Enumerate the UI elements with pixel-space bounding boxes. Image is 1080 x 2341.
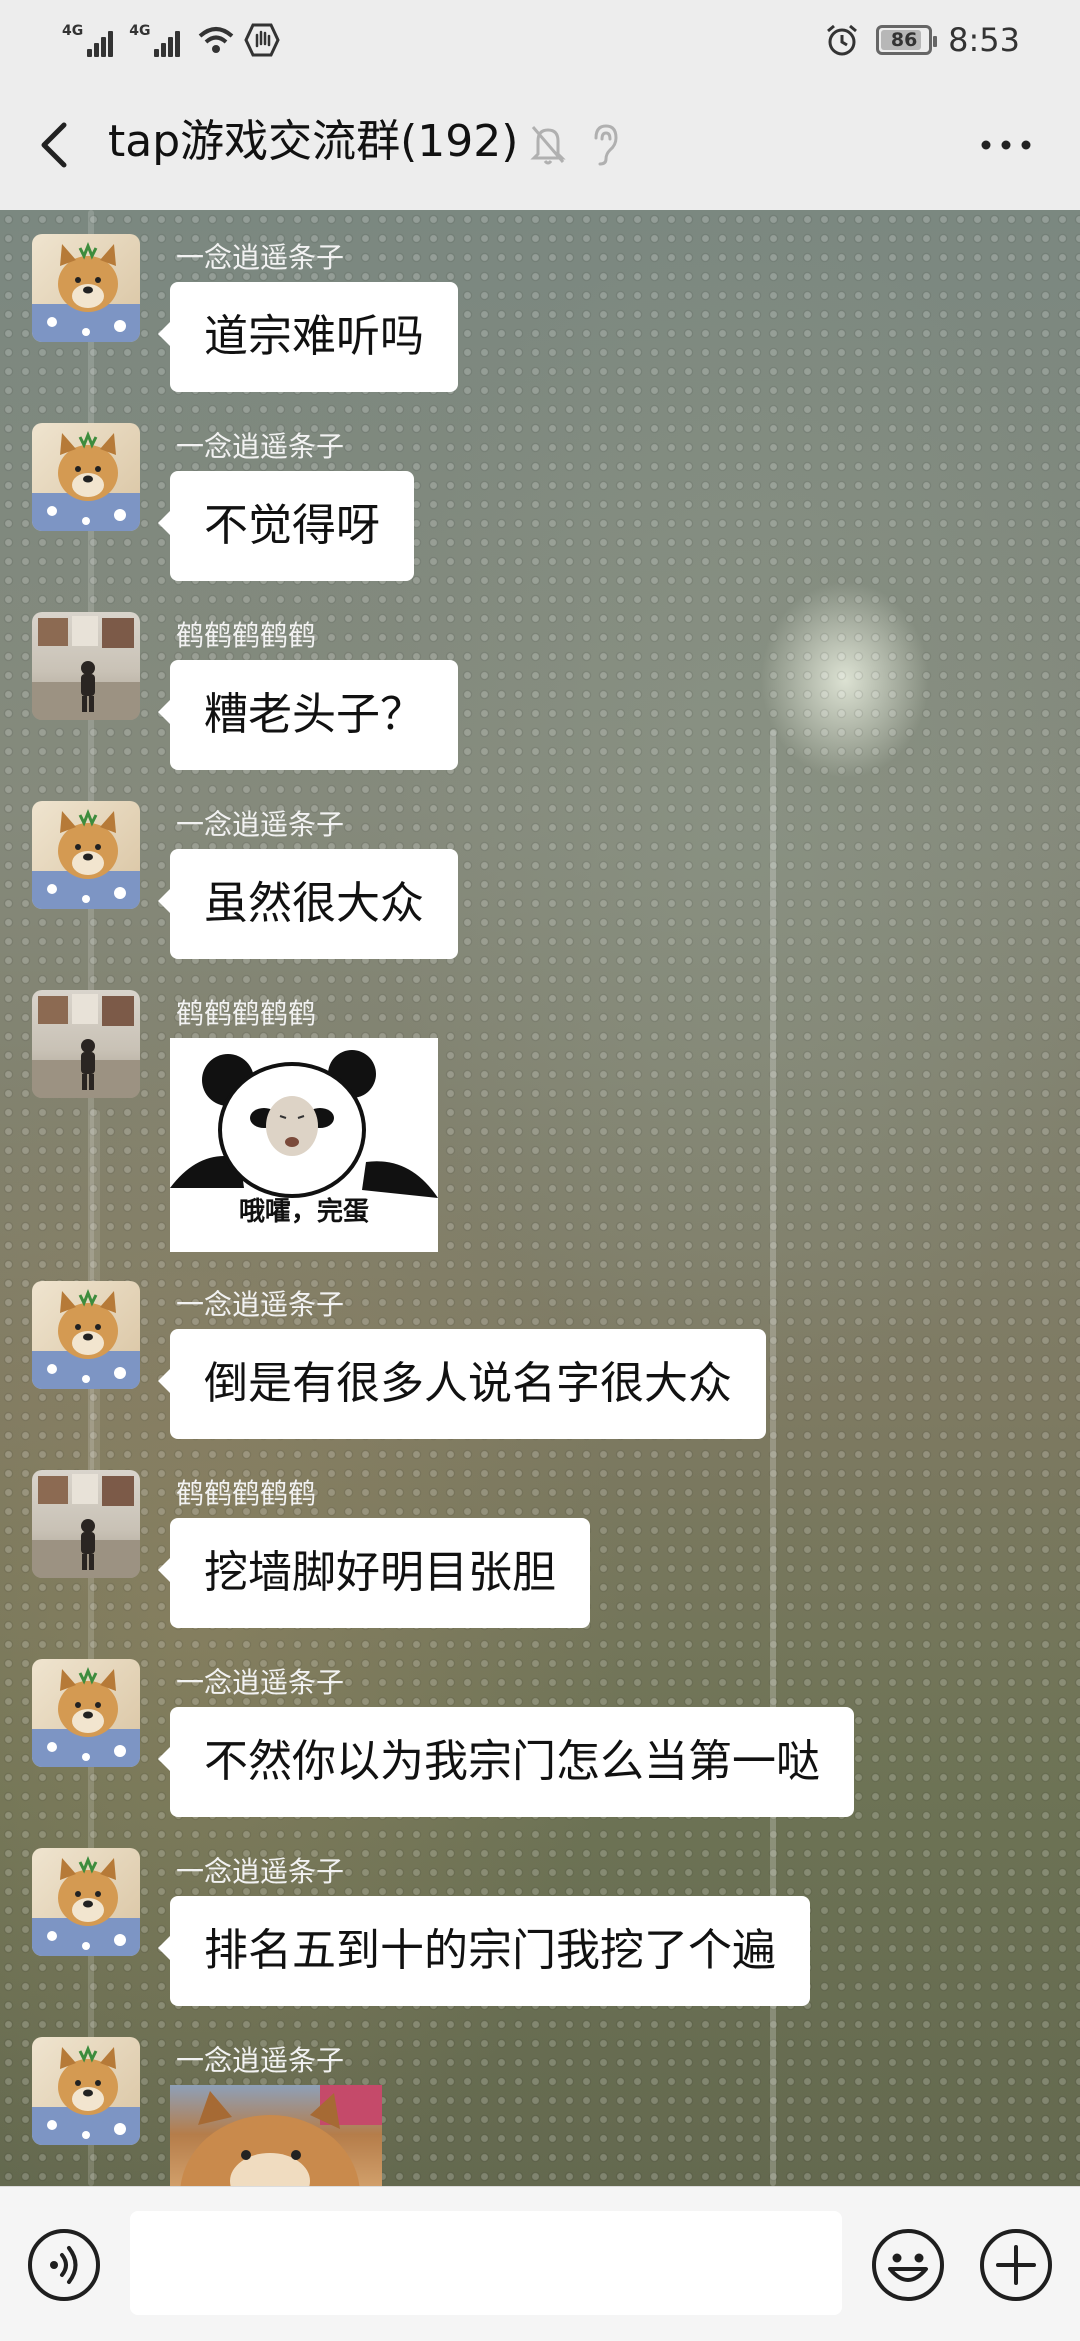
status-icons-right: 86 8:53	[824, 18, 1020, 62]
back-arrow-icon[interactable]	[30, 115, 80, 175]
background-droplets	[0, 210, 1080, 2186]
message-bubble[interactable]: 不然你以为我宗门怎么当第一哒	[158, 1707, 854, 1817]
avatar[interactable]	[32, 612, 140, 720]
input-bar	[0, 2186, 1080, 2341]
more-icon[interactable]	[976, 120, 1036, 170]
sender-name: 鹤鹤鹤鹤鹤	[176, 997, 317, 1030]
alarm-icon	[827, 24, 858, 56]
signal-2-icon: 4G	[129, 23, 181, 57]
sender-name: 鹤鹤鹤鹤鹤	[176, 619, 317, 652]
message-bubble[interactable]: 挖墙脚好明目张胆	[158, 1518, 590, 1628]
sticker-caption: 哦嚯，完蛋	[238, 1197, 369, 1227]
bell-muted-icon	[530, 126, 566, 165]
avatar[interactable]	[32, 234, 140, 342]
message-bubble[interactable]: 不觉得呀	[158, 471, 414, 581]
message-input[interactable]	[130, 2211, 842, 2315]
sender-name: 鹤鹤鹤鹤鹤	[176, 1477, 317, 1510]
message-bubble[interactable]: 排名五到十的宗门我挖了个遍	[158, 1896, 810, 2006]
message-bubble[interactable]: 虽然很大众	[158, 849, 458, 959]
clock: 8:53	[948, 21, 1020, 59]
avatar[interactable]	[32, 1281, 140, 1389]
sticker-image[interactable]: 哦嚯，完蛋	[170, 1038, 438, 1252]
avatar[interactable]	[32, 1848, 140, 1956]
avatar[interactable]	[32, 1659, 140, 1767]
status-icons-left: 4G 4G	[62, 18, 281, 62]
avatar[interactable]	[32, 423, 140, 531]
avatar[interactable]	[32, 1470, 140, 1578]
photo-message[interactable]	[170, 2085, 382, 2186]
chat-header: tap游戏交流群(192)	[0, 80, 1080, 210]
signal-1-icon: 4G	[62, 23, 114, 57]
avatar[interactable]	[32, 990, 140, 1098]
status-bar: 4G 4G 86 8:53	[0, 0, 1080, 80]
sender-name: 一念逍遥条子	[176, 808, 345, 841]
network-type-1: 4G	[62, 23, 84, 39]
hand-icon	[244, 23, 281, 57]
avatar[interactable]	[32, 2037, 140, 2145]
battery-icon: 86	[876, 25, 938, 55]
sender-name: 一念逍遥条子	[176, 430, 345, 463]
sender-name: 一念逍遥条子	[176, 1288, 345, 1321]
message-bubble[interactable]: 倒是有很多人说名字很大众	[158, 1329, 766, 1439]
sender-name: 一念逍遥条子	[176, 241, 345, 274]
battery-level: 86	[890, 29, 918, 51]
wifi-icon	[199, 27, 234, 53]
sender-name: 一念逍遥条子	[176, 2044, 345, 2077]
avatar[interactable]	[32, 801, 140, 909]
message-bubble[interactable]: 道宗难听吗	[158, 282, 458, 392]
sender-name: 一念逍遥条子	[176, 1855, 345, 1888]
sender-name: 一念逍遥条子	[176, 1666, 345, 1699]
plus-icon[interactable]	[978, 2227, 1054, 2303]
chat-background[interactable]: 一念逍遥条子 道宗难听吗 一念逍遥条子 不觉得呀 鹤鹤鹤鹤鹤 糟老头子？ 一念逍…	[0, 210, 1080, 2186]
ear-icon	[594, 124, 618, 166]
voice-icon[interactable]	[26, 2227, 102, 2303]
chat-title[interactable]: tap游戏交流群(192)	[108, 112, 518, 172]
network-type-2: 4G	[129, 23, 151, 39]
message-bubble[interactable]: 糟老头子？	[158, 660, 458, 770]
emoji-icon[interactable]	[870, 2227, 946, 2303]
